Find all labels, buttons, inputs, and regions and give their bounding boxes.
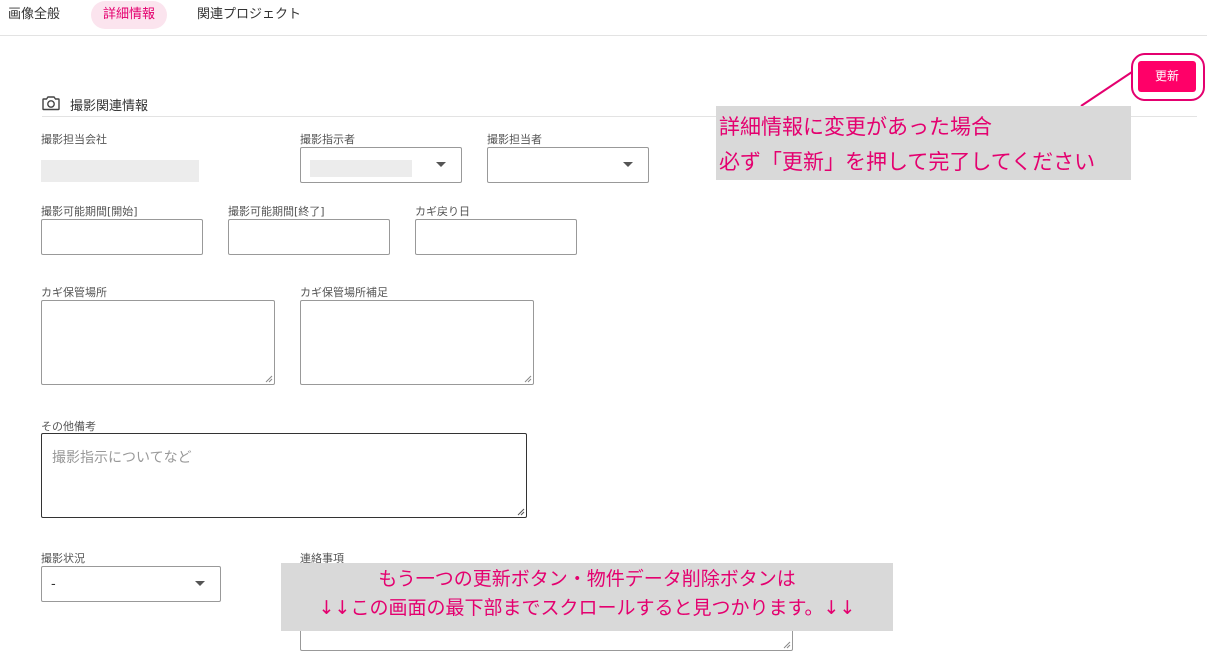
scroll-annotation: もう一つの更新ボタン・物件データ削除ボタンは ↓↓この画面の最下部までスクロール… [281, 563, 893, 631]
scroll-annotation-line2: ↓↓この画面の最下部までスクロールすると見つかります。↓↓ [318, 597, 856, 619]
update-annotation-line2: 必ず「更新」を押して完了してください [719, 150, 1096, 174]
scroll-annotation-line1: もう一つの更新ボタン・物件データ削除ボタンは [378, 568, 796, 590]
annotation-pointer-line [1080, 71, 1133, 107]
update-annotation-line1: 詳細情報に変更があった場合 [719, 115, 992, 139]
update-annotation: 詳細情報に変更があった場合 必ず「更新」を押して完了してください [716, 106, 1131, 180]
